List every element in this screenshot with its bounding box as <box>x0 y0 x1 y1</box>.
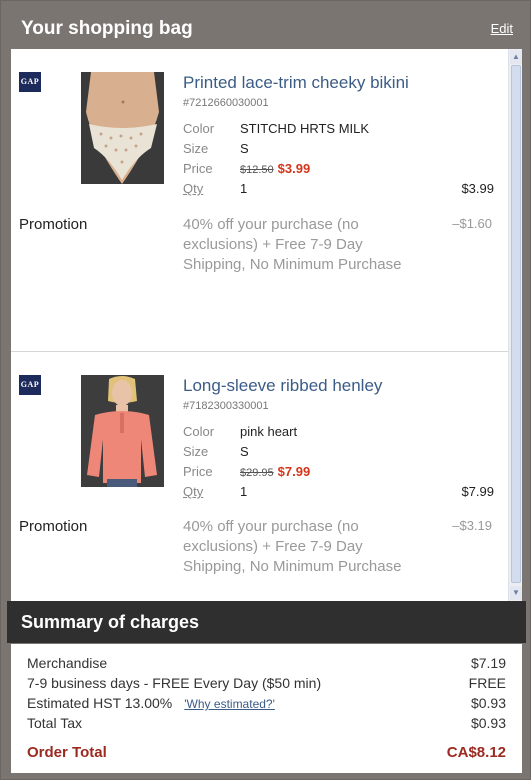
price-label: Price <box>183 161 213 176</box>
item-name[interactable]: Printed lace-trim cheeky bikini <box>183 73 409 93</box>
summary-of-charges: Merchandise $7.19 7-9 business days - FR… <box>11 644 522 773</box>
bikini-photo <box>81 72 164 184</box>
product-image[interactable] <box>81 375 164 487</box>
list-item: GAP Printed lace-trim cheeky bikini #721… <box>11 49 508 351</box>
total-tax-value: $0.93 <box>470 715 506 731</box>
summary-header: Summary of charges <box>7 601 526 643</box>
scrollbar-thumb[interactable] <box>511 65 521 583</box>
gap-logo: GAP <box>19 72 41 92</box>
sale-price: $7.99 <box>277 464 311 479</box>
sale-price: $3.99 <box>277 161 311 176</box>
list-item: GAP Long-sleeve ribbed henley #718230033… <box>11 352 508 601</box>
hst-value: $0.93 <box>470 695 506 711</box>
promotion-text: 40% off your purchase (no exclusions) + … <box>183 518 402 575</box>
promotion-amount: –$3.19 <box>452 518 492 533</box>
scroll-up-arrow-icon[interactable]: ▲ <box>510 50 522 64</box>
price-label: Price <box>183 464 213 479</box>
color-label: Color <box>183 121 215 136</box>
size-label: Size <box>183 444 209 459</box>
order-total-row: Order Total CA$8.12 <box>27 744 506 764</box>
color-label: Color <box>183 424 215 439</box>
color-value: STITCHD HRTS MILK <box>240 121 370 136</box>
item-sku: #7182300330001 <box>183 400 269 412</box>
merchandise-value: $7.19 <box>470 655 506 671</box>
hst-label-group: Estimated HST 13.00% 'Why estimated?' <box>27 695 275 711</box>
shipping-label: 7-9 business days - FREE Every Day ($50 … <box>27 675 322 691</box>
order-total-value: CA$8.12 <box>446 744 506 761</box>
bag-header: Your shopping bag Edit <box>7 7 526 49</box>
size-value: S <box>240 141 249 156</box>
merchandise-row: Merchandise $7.19 <box>27 655 506 675</box>
promotion-label: Promotion <box>19 518 88 535</box>
total-tax-row: Total Tax $0.93 <box>27 715 506 735</box>
henley-photo <box>81 375 164 487</box>
qty-value: 1 <box>240 181 248 196</box>
scroll-down-arrow-icon[interactable]: ▼ <box>510 586 522 600</box>
qty-label[interactable]: Qty <box>183 484 203 499</box>
order-total-label: Order Total <box>27 744 107 761</box>
promotion-text: 40% off your purchase (no exclusions) + … <box>183 216 402 273</box>
item-name[interactable]: Long-sleeve ribbed henley <box>183 376 382 396</box>
hst-row: Estimated HST 13.00% 'Why estimated?' $0.… <box>27 695 506 715</box>
shopping-bag-panel: Your shopping bag Edit GAP Printed lace-… <box>0 0 531 780</box>
bag-items-list[interactable]: GAP Printed lace-trim cheeky bikini #721… <box>11 49 522 601</box>
original-price: $29.95 <box>240 467 274 479</box>
merchandise-label: Merchandise <box>27 655 108 671</box>
item-sku: #7212660030001 <box>183 97 269 109</box>
product-image[interactable] <box>81 72 164 184</box>
price-value: $12.50 $3.99 <box>240 161 310 176</box>
hst-label: Estimated HST 13.00% <box>27 695 173 711</box>
shipping-row: 7-9 business days - FREE Every Day ($50 … <box>27 675 506 695</box>
line-total: $3.99 <box>461 181 494 196</box>
promotion-label: Promotion <box>19 216 88 233</box>
line-total: $7.99 <box>461 484 494 499</box>
gap-logo: GAP <box>19 375 41 395</box>
summary-title: Summary of charges <box>21 612 200 632</box>
edit-link[interactable]: Edit <box>491 21 513 36</box>
bag-title: Your shopping bag <box>21 18 193 39</box>
why-estimated-link[interactable]: 'Why estimated?' <box>184 697 275 711</box>
size-label: Size <box>183 141 209 156</box>
color-value: pink heart <box>240 424 298 439</box>
qty-value: 1 <box>240 484 248 499</box>
shipping-value: FREE <box>468 675 506 691</box>
promotion-amount: –$1.60 <box>452 216 492 231</box>
price-value: $29.95 $7.99 <box>240 464 310 479</box>
qty-label[interactable]: Qty <box>183 181 203 196</box>
size-value: S <box>240 444 249 459</box>
original-price: $12.50 <box>240 164 274 176</box>
total-tax-label: Total Tax <box>27 715 82 731</box>
vertical-scrollbar[interactable]: ▲ ▼ <box>508 49 522 601</box>
